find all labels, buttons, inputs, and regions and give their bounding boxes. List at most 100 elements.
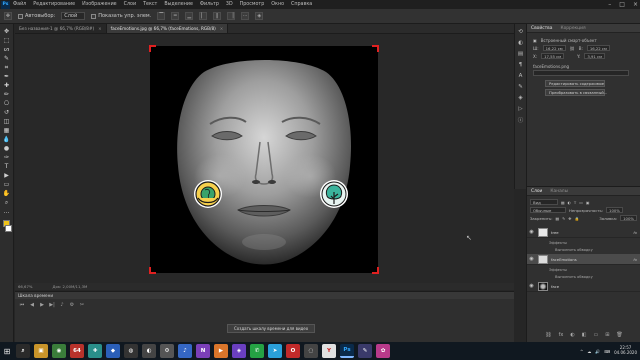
fx-icon[interactable]: fx (633, 257, 637, 262)
effects-row[interactable]: Эффекты (549, 239, 567, 246)
fx-icon[interactable]: fx (633, 230, 637, 235)
libraries-icon[interactable]: ▤ (517, 50, 525, 57)
gradient-icon[interactable]: ▦ (2, 127, 12, 134)
app-grey-icon[interactable]: ⚙ (160, 344, 174, 358)
adjustment-layer-icon[interactable]: ◧ (582, 332, 587, 340)
telegram-app-icon[interactable]: ➤ (268, 344, 282, 358)
explorer-app-icon[interactable]: ▣ (34, 344, 48, 358)
next-frame-icon[interactable]: ▶| (49, 302, 55, 308)
crop-corner-bl[interactable] (149, 267, 156, 274)
audio-icon[interactable]: ♪ (59, 302, 65, 308)
type-icon[interactable]: T (2, 163, 12, 170)
menu-image[interactable]: Изображение (82, 2, 117, 7)
history-brush-icon[interactable]: ↺ (2, 109, 12, 116)
app-blue2-icon[interactable]: ♪ (178, 344, 192, 358)
crop-corner-br[interactable] (372, 267, 379, 274)
tab-close-icon[interactable]: × (98, 26, 102, 31)
filter-shape-icon[interactable]: ▭ (579, 200, 583, 205)
eraser-icon[interactable]: ◫ (2, 118, 12, 125)
marquee-icon[interactable]: ⬚ (2, 37, 12, 44)
history-icon[interactable]: ⟲ (517, 28, 525, 35)
yandex-app-icon[interactable]: Y (322, 344, 336, 358)
quick-select-icon[interactable]: ✎ (2, 55, 12, 62)
menu-help[interactable]: Справка (291, 2, 312, 7)
background-color-swatch[interactable] (5, 225, 12, 232)
3d-icon[interactable]: ◈ (517, 94, 525, 101)
actions-icon[interactable]: ▷ (517, 105, 525, 112)
play-icon[interactable]: ▶ (39, 302, 45, 308)
show-controls-checkbox[interactable] (91, 13, 97, 19)
tray-expand-icon[interactable]: ^ (580, 349, 583, 354)
volume-icon[interactable]: 🔊 (595, 349, 600, 354)
app-purple-icon[interactable]: N (196, 344, 210, 358)
new-layer-icon[interactable]: ⊞ (605, 332, 609, 340)
trash-icon[interactable]: 🗑 (616, 332, 622, 340)
convert-linked-button[interactable]: Преобразовать в связанный... (545, 89, 607, 96)
autoselect-dropdown[interactable]: Слой (61, 12, 86, 20)
shape-icon[interactable]: ▭ (2, 181, 12, 188)
dodge-icon[interactable]: ● (2, 145, 12, 152)
tab-properties[interactable]: Свойства (531, 26, 552, 31)
blur-icon[interactable]: 💧 (2, 136, 12, 143)
move-tool-preset[interactable]: ✥ (4, 12, 12, 20)
eye-icon[interactable]: ◉ (527, 283, 536, 289)
stroke-row[interactable]: Выполнить обводку (555, 246, 593, 253)
character-icon[interactable]: A (517, 72, 525, 79)
keyboard-icon[interactable]: ⌨ (604, 349, 610, 354)
stroke-row[interactable]: Выполнить обводку (555, 273, 593, 280)
filter-adjust-icon[interactable]: ◐ (568, 200, 571, 205)
autoselect-checkbox[interactable] (18, 13, 23, 19)
3d-mode-icon[interactable]: ◈ (255, 12, 264, 20)
layer-row-tree[interactable]: ◉ tree fx (527, 227, 640, 238)
app-64-icon[interactable]: 64 (70, 344, 84, 358)
settings-icon[interactable]: ⚙ (69, 302, 75, 308)
paragraph-icon[interactable]: ¶ (517, 61, 525, 68)
healing-icon[interactable]: ✚ (2, 82, 12, 89)
lock-pixels-icon[interactable]: ▦ (555, 216, 559, 221)
add-style-icon[interactable]: fx (559, 332, 564, 340)
menu-view[interactable]: Просмотр (240, 2, 265, 7)
document-canvas[interactable] (149, 45, 379, 274)
align-right-icon[interactable]: ▕ (227, 12, 236, 20)
app-blue-icon[interactable]: ◆ (106, 344, 120, 358)
stamp-icon[interactable]: ⎔ (2, 100, 12, 107)
minimize-button[interactable]: – (608, 1, 611, 8)
menu-type[interactable]: Текст (143, 2, 157, 7)
eyedropper-icon[interactable]: ✒ (2, 73, 12, 80)
app-orange-icon[interactable]: ▶ (214, 344, 228, 358)
app-purple2-icon[interactable]: ◈ (232, 344, 246, 358)
close-button[interactable]: × (633, 1, 638, 8)
align-top-icon[interactable]: ▔ (157, 12, 166, 20)
tab-adjustments[interactable]: Коррекция (560, 26, 585, 31)
search-app-icon[interactable]: ⌕ (16, 344, 30, 358)
maximize-button[interactable]: □ (619, 1, 625, 8)
menu-window[interactable]: Окно (271, 2, 284, 7)
tab-channels[interactable]: Каналы (550, 189, 568, 194)
photoshop-app-icon[interactable]: Ps (340, 344, 354, 358)
canvas-area[interactable]: ↖ (15, 34, 514, 283)
app-pink-icon[interactable]: ✿ (376, 344, 390, 358)
whatsapp-app-icon[interactable]: ✆ (250, 344, 264, 358)
opacity-field[interactable]: 100% (606, 207, 623, 213)
zoom-icon[interactable]: ⌕ (2, 199, 12, 206)
app-dark-icon[interactable]: ◐ (142, 344, 156, 358)
blend-mode-select[interactable]: Обычные (530, 207, 566, 213)
menu-layers[interactable]: Слои (124, 2, 136, 7)
lock-all-icon[interactable]: 🔒 (574, 216, 579, 221)
edit-contents-button[interactable]: Редактировать содержимое (545, 80, 605, 87)
lasso-icon[interactable]: ᔕ (2, 46, 12, 53)
first-frame-icon[interactable]: ⏮ (19, 302, 25, 308)
add-mask-icon[interactable]: ◐ (570, 332, 574, 340)
align-bottom-icon[interactable]: ▁ (185, 12, 194, 20)
x-field[interactable]: 17,55 см (541, 53, 565, 59)
brush-icon[interactable]: ✏ (2, 91, 12, 98)
cloud-icon[interactable]: ☁ (587, 349, 591, 354)
menu-filter[interactable]: Фильтр (200, 2, 219, 7)
tab-close-icon[interactable]: × (220, 26, 224, 31)
crop-icon[interactable]: ⌗ (2, 64, 12, 71)
layer-kind-select[interactable]: Вид (530, 199, 558, 205)
obs-app-icon[interactable]: ◍ (124, 344, 138, 358)
fill-field[interactable]: 100% (620, 215, 637, 221)
chrome-app-icon[interactable]: ◉ (52, 344, 66, 358)
crop-corner-tr[interactable] (372, 45, 379, 52)
